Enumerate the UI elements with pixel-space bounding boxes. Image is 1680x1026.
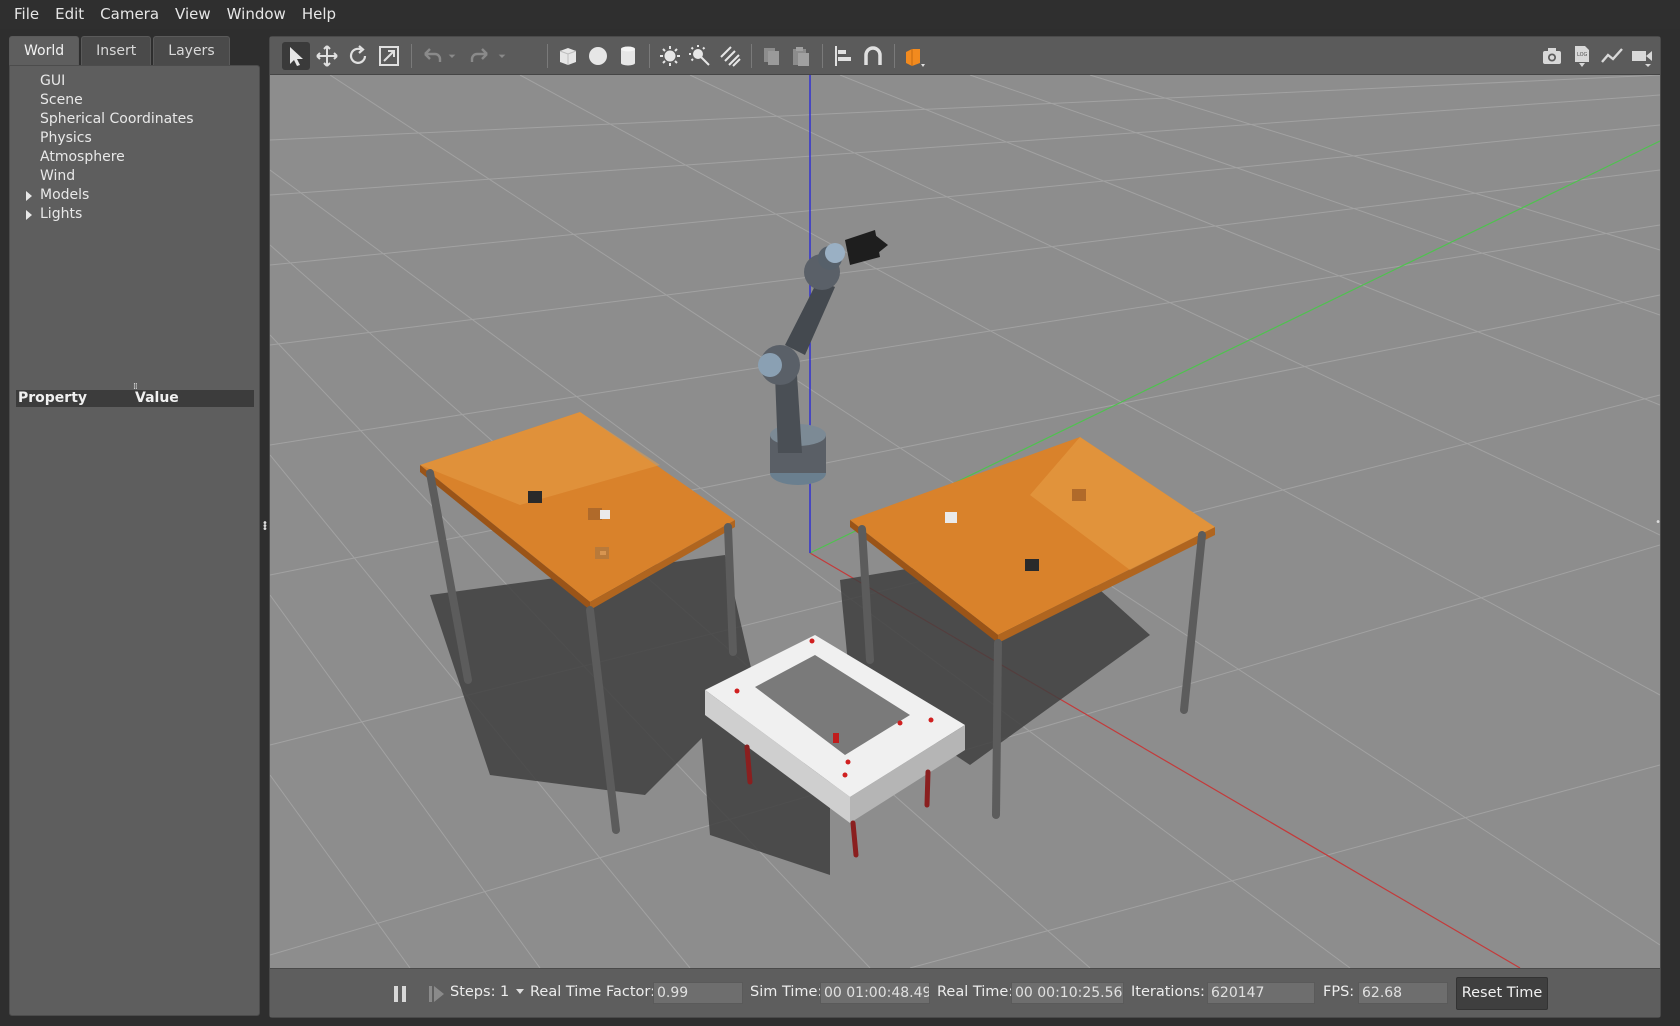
- tree-item-label: Models: [40, 187, 90, 203]
- steps-dropdown-icon[interactable]: [516, 989, 524, 994]
- menu-view[interactable]: View: [167, 0, 219, 29]
- world-panel: GUI Scene Spherical Coordinates Physics Atmo…: [9, 65, 260, 1016]
- left-panel: World Insert Layers GUI Scene Spherical Coor…: [9, 36, 260, 1016]
- rtf-label: Real Time Factor:: [530, 984, 655, 1000]
- playback-bar: Steps: 1 Real Time Factor: 0.99 Sim Time…: [270, 968, 1660, 1017]
- tree-item-label: Atmosphere: [40, 149, 125, 165]
- sphere-icon[interactable]: [584, 42, 612, 70]
- rotate-icon[interactable]: [344, 42, 372, 70]
- tab-world[interactable]: World: [9, 36, 80, 65]
- menu-window[interactable]: Window: [219, 0, 294, 29]
- scale-icon[interactable]: [375, 42, 403, 70]
- property-table-header: Property Value: [16, 390, 254, 407]
- tree-item-gui[interactable]: GUI: [10, 72, 259, 91]
- view-angle-icon[interactable]: [901, 42, 929, 70]
- tree-item-label: Scene: [40, 92, 83, 108]
- world-tree: GUI Scene Spherical Coordinates Physics Atmo…: [10, 72, 259, 224]
- undo-dropdown-icon[interactable]: [444, 42, 460, 70]
- iterations-field: 620147: [1207, 982, 1315, 1004]
- left-panel-splitter[interactable]: • • •: [262, 519, 268, 535]
- tree-item-models[interactable]: Models: [10, 186, 259, 205]
- align-icon[interactable]: [829, 42, 857, 70]
- menu-help[interactable]: Help: [294, 0, 344, 29]
- gazebo-window: File Edit Camera View Window Help World Insert…: [0, 0, 1680, 1026]
- tree-item-wind[interactable]: Wind: [10, 167, 259, 186]
- svg-text:LOG: LOG: [1577, 52, 1588, 58]
- fps-field: 62.68: [1358, 982, 1448, 1004]
- tree-item-physics[interactable]: Physics: [10, 129, 259, 148]
- menu-bar: File Edit Camera View Window Help: [0, 0, 1680, 29]
- real-time-label: Real Time:: [937, 984, 1014, 1000]
- box-icon[interactable]: [554, 42, 582, 70]
- tree-item-label: Lights: [40, 206, 83, 222]
- expand-arrow-icon[interactable]: [26, 191, 32, 201]
- screenshot-icon[interactable]: [1538, 42, 1566, 70]
- tab-insert[interactable]: Insert: [81, 36, 152, 65]
- tree-item-label: Wind: [40, 168, 76, 184]
- tab-layers[interactable]: Layers: [153, 36, 230, 65]
- tree-item-scene[interactable]: Scene: [10, 91, 259, 110]
- sim-time-field: 00 01:00:48.493: [820, 982, 930, 1004]
- menu-edit[interactable]: Edit: [47, 0, 92, 29]
- iterations-label: Iterations:: [1131, 984, 1205, 1000]
- reset-time-button[interactable]: Reset Time: [1456, 977, 1548, 1010]
- fps-label: FPS:: [1323, 984, 1355, 1000]
- translate-icon[interactable]: [313, 42, 341, 70]
- 3d-scene-view[interactable]: [270, 75, 1660, 968]
- tree-item-label: Physics: [40, 130, 92, 146]
- expand-arrow-icon[interactable]: [26, 210, 32, 220]
- snap-icon[interactable]: [859, 42, 887, 70]
- paste-icon[interactable]: [787, 42, 815, 70]
- undo-icon[interactable]: [418, 42, 446, 70]
- copy-icon[interactable]: [758, 42, 786, 70]
- tree-item-spherical-coordinates[interactable]: Spherical Coordinates: [10, 110, 259, 129]
- plot-icon[interactable]: [1598, 42, 1626, 70]
- step-icon: [429, 986, 444, 1002]
- real-time-field: 00 00:10:25.567: [1011, 982, 1124, 1004]
- rtf-field: 0.99: [653, 982, 743, 1004]
- spot-light-icon[interactable]: [686, 42, 714, 70]
- tree-item-label: Spherical Coordinates: [40, 111, 194, 127]
- right-panel-splitter[interactable]: •: [1655, 517, 1661, 528]
- video-record-icon[interactable]: [1628, 42, 1656, 70]
- tree-item-label: GUI: [40, 73, 66, 89]
- select-icon[interactable]: [282, 42, 310, 70]
- toolbar: LOG: [270, 37, 1660, 75]
- sim-time-label: Sim Time:: [750, 984, 823, 1000]
- pause-icon: [394, 986, 406, 1002]
- redo-icon[interactable]: [466, 42, 494, 70]
- tree-item-lights[interactable]: Lights: [10, 205, 259, 224]
- pause-button[interactable]: [390, 983, 412, 1005]
- menu-camera[interactable]: Camera: [92, 0, 167, 29]
- redo-dropdown-icon[interactable]: [494, 42, 510, 70]
- cylinder-icon[interactable]: [614, 42, 642, 70]
- value-column-header[interactable]: Value: [135, 390, 179, 407]
- tree-item-atmosphere[interactable]: Atmosphere: [10, 148, 259, 167]
- panel-tabs: World Insert Layers: [9, 36, 232, 65]
- menu-file[interactable]: File: [6, 0, 47, 29]
- steps-value[interactable]: 1: [500, 984, 509, 1000]
- render-panel: LOG • Steps: 1 Real Time Factor: 0.99 Si…: [269, 36, 1661, 1018]
- log-icon[interactable]: LOG: [1568, 42, 1596, 70]
- point-light-icon[interactable]: [656, 42, 684, 70]
- property-column-header[interactable]: Property: [16, 390, 135, 407]
- steps-label: Steps:: [450, 984, 496, 1000]
- directional-light-icon[interactable]: [716, 42, 744, 70]
- step-button[interactable]: [426, 983, 448, 1005]
